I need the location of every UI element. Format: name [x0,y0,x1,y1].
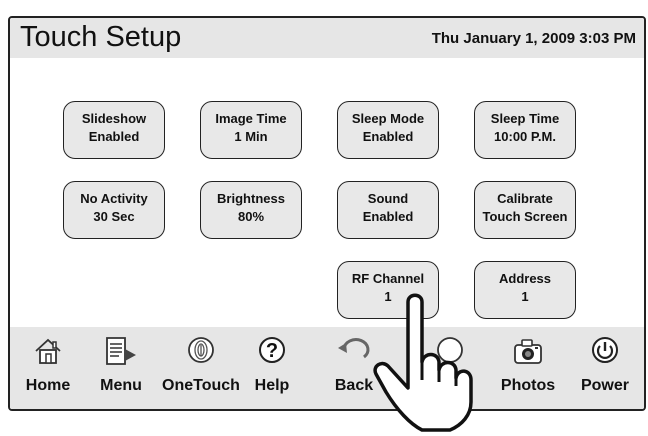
menu-icon [106,337,136,365]
tile-value: 1 Min [234,129,268,144]
image-time-button[interactable]: Image Time 1 Min [200,101,302,159]
nav-menu[interactable]: Menu [81,327,161,409]
tile-value: Touch Screen [482,209,568,224]
home-icon [35,338,61,364]
pointing-hand-icon [373,293,473,432]
tile-value: Enabled [362,209,414,224]
tile-label: Sleep Mode [351,111,425,126]
tile-label: Slideshow [81,111,147,126]
power-icon [592,337,618,363]
sleep-mode-button[interactable]: Sleep Mode Enabled [337,101,439,159]
tile-label: Sleep Time [490,111,560,126]
tile-label: Address [498,271,552,286]
page-title: Touch Setup [20,21,182,53]
nav-power[interactable]: Power [565,327,644,409]
nav-label: Power [580,377,629,394]
calibrate-touch-screen-button[interactable]: Calibrate Touch Screen [474,181,576,239]
nav-label: Photos [500,377,556,394]
touch-screen: Touch Setup Thu January 1, 2009 3:03 PM … [8,16,646,411]
nav-label: OneTouch [162,377,240,394]
tile-value: 80% [237,209,265,224]
brightness-button[interactable]: Brightness 80% [200,181,302,239]
tile-label: Sound [367,191,409,206]
no-activity-button[interactable]: No Activity 30 Sec [63,181,165,239]
date-time: Thu January 1, 2009 3:03 PM [431,30,636,47]
tile-value: Enabled [362,129,414,144]
tile-value: Enabled [88,129,140,144]
onetouch-icon [188,337,214,363]
nav-help[interactable]: ? Help [232,327,312,409]
nav-onetouch[interactable]: OneTouch [161,327,241,409]
slideshow-button[interactable]: Slideshow Enabled [63,101,165,159]
tile-label: No Activity [80,191,148,206]
address-button[interactable]: Address 1 [474,261,576,319]
header-bar: Touch Setup Thu January 1, 2009 3:03 PM [10,18,644,58]
svg-text:?: ? [266,340,278,362]
sound-button[interactable]: Sound Enabled [337,181,439,239]
tile-label: Image Time [215,111,287,126]
bottom-nav-bar: Home Menu OneTouch ? Help Back Photos Po… [10,327,644,409]
tile-value: 1 [521,289,529,304]
sleep-time-button[interactable]: Sleep Time 10:00 P.M. [474,101,576,159]
nav-photos[interactable]: Photos [488,327,568,409]
tile-label: Brightness [217,191,285,206]
nav-label: Help [254,377,290,394]
nav-home[interactable]: Home [10,327,88,409]
help-icon: ? [259,337,285,363]
tile-value: 10:00 P.M. [494,129,556,144]
tile-label: RF Channel [351,271,425,286]
nav-label: Home [25,377,71,394]
tile-label: Calibrate [497,191,553,206]
nav-label: Menu [100,377,142,394]
tile-value: 30 Sec [93,209,135,224]
camera-icon [514,339,542,364]
